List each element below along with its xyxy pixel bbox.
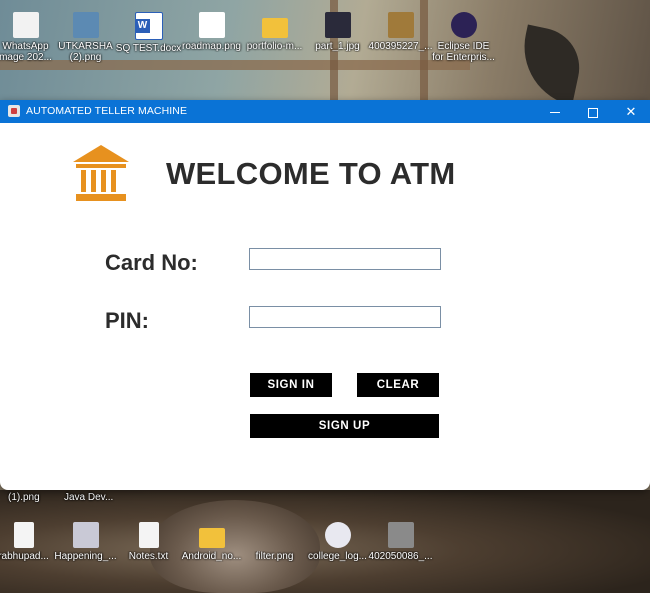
image-file-icon	[324, 522, 351, 548]
text-file-icon	[13, 522, 34, 548]
word-document-icon: W	[134, 12, 163, 40]
minimize-button[interactable]	[536, 100, 574, 123]
pin-input[interactable]	[249, 306, 441, 328]
sign-up-button[interactable]: SIGN UP	[250, 414, 439, 438]
eclipse-icon	[450, 12, 477, 38]
close-button[interactable]: ✕	[612, 100, 650, 123]
pin-label: PIN:	[105, 308, 149, 333]
clear-button[interactable]: CLEAR	[357, 373, 439, 397]
desktop-icon-label[interactable]: Java Dev...	[64, 492, 113, 503]
image-file-icon	[198, 12, 225, 38]
maximize-icon	[588, 107, 598, 118]
image-file-icon	[324, 12, 351, 38]
card-number-label: Card No:	[105, 250, 198, 275]
atm-window: AUTOMATED TELLER MACHINE ✕ WELCOME TO AT…	[0, 100, 650, 490]
image-file-icon	[12, 12, 39, 38]
desktop-icon[interactable]: Eclipse IDE for Enterpris...	[426, 12, 501, 63]
image-file-icon	[262, 522, 288, 548]
bank-icon	[73, 145, 129, 201]
folder-icon	[198, 528, 225, 548]
image-file-icon	[72, 12, 99, 38]
image-file-icon	[72, 522, 99, 548]
desktop-icon-label[interactable]: (1).png	[8, 492, 40, 503]
text-file-icon	[138, 522, 159, 548]
minimize-icon	[550, 112, 560, 114]
image-file-icon	[387, 522, 414, 548]
maximize-button[interactable]	[574, 100, 612, 123]
image-file-icon	[387, 12, 414, 38]
card-number-input[interactable]	[249, 248, 441, 270]
welcome-heading: WELCOME TO ATM	[166, 156, 456, 191]
window-title: AUTOMATED TELLER MACHINE	[26, 105, 188, 117]
sign-in-button[interactable]: SIGN IN	[250, 373, 332, 397]
folder-icon	[261, 18, 288, 38]
desktop-icon[interactable]: 402050086_...	[363, 522, 438, 562]
java-app-icon	[8, 105, 20, 117]
window-titlebar[interactable]: AUTOMATED TELLER MACHINE ✕	[0, 100, 650, 123]
